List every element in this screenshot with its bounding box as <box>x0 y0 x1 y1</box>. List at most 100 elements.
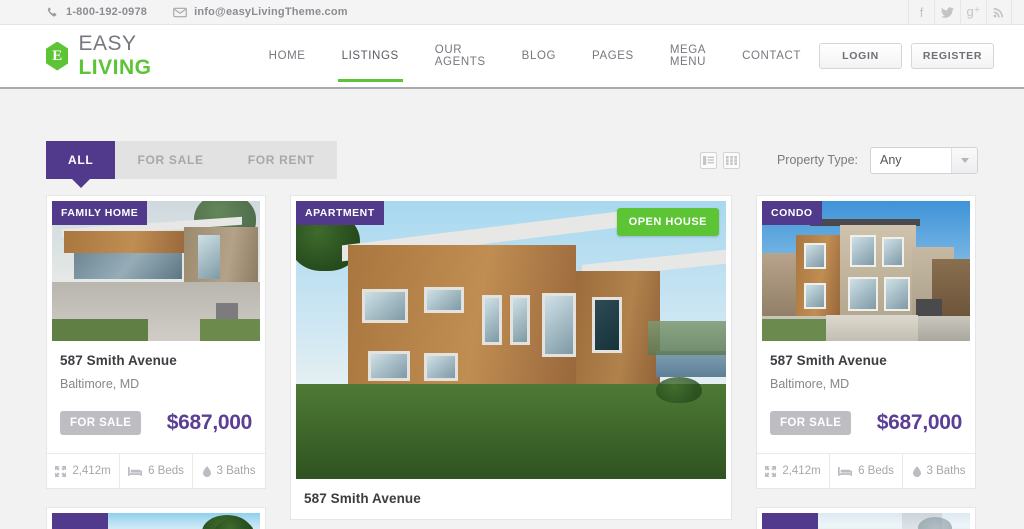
listing-price-row: FOR SALE $687,000 <box>770 411 962 435</box>
site-header: E EASY LIVING HOME LISTINGS OUR AGENTS B… <box>0 25 1024 89</box>
top-utility-bar: 1-800-192-0978 info@easyLivingTheme.com … <box>0 0 1024 25</box>
nav-item-contact[interactable]: CONTACT <box>724 24 819 88</box>
photo-apartment <box>296 201 726 479</box>
listing-photo[interactable] <box>762 513 970 529</box>
meta-beds: 6 Beds <box>120 454 193 488</box>
rss-icon[interactable] <box>986 0 1012 25</box>
property-type-badge: FAMILY HOME <box>52 201 148 225</box>
area-value: 2,412m <box>782 465 821 477</box>
listing-card[interactable]: FAMILY HOME 587 Smith Avenue Baltimore, … <box>46 195 266 489</box>
area-value: 2,412m <box>72 465 111 477</box>
filter-controls: Property Type: Any <box>699 141 978 179</box>
listing-price-row: FOR SALE $687,000 <box>60 411 252 435</box>
listings-column-left: FAMILY HOME 587 Smith Avenue Baltimore, … <box>46 195 266 529</box>
phone-icon <box>46 6 59 19</box>
listing-card[interactable] <box>46 507 266 529</box>
status-badge: FOR SALE <box>770 411 852 435</box>
listing-details: 587 Smith Avenue Baltimore, MD <box>296 479 726 514</box>
login-button[interactable]: LOGIN <box>819 43 902 69</box>
email-address: info@easyLivingTheme.com <box>194 6 348 18</box>
listing-photo[interactable]: CONDO <box>762 201 970 341</box>
water-drop-icon <box>202 465 211 477</box>
listing-title[interactable]: 587 Smith Avenue <box>304 491 718 506</box>
listing-photo[interactable]: APARTMENT OPEN HOUSE <box>296 201 726 479</box>
grid-view-icon[interactable] <box>722 151 740 169</box>
bed-icon <box>128 466 143 476</box>
listing-details: 587 Smith Avenue Baltimore, MD FOR SALE … <box>52 341 260 443</box>
nav-item-pages[interactable]: PAGES <box>574 24 652 88</box>
auth-buttons: LOGIN REGISTER <box>819 43 994 69</box>
logo-letter: E <box>52 47 63 64</box>
main-navigation: HOME LISTINGS OUR AGENTS BLOG PAGES MEGA… <box>251 24 819 88</box>
site-logo[interactable]: E EASY LIVING <box>46 32 197 80</box>
beds-value: 6 Beds <box>858 465 894 477</box>
listing-photo[interactable]: FAMILY HOME <box>52 201 260 341</box>
social-links: f g⁺ <box>908 0 1012 25</box>
meta-baths: 3 Baths <box>903 454 975 488</box>
listing-photo[interactable] <box>52 513 260 529</box>
phone-number: 1-800-192-0978 <box>66 6 148 18</box>
listing-price: $687,000 <box>166 411 253 434</box>
listings-grid: FAMILY HOME 587 Smith Avenue Baltimore, … <box>46 195 978 529</box>
baths-value: 3 Baths <box>926 465 966 477</box>
property-type-badge <box>52 513 108 529</box>
open-house-badge: OPEN HOUSE <box>616 208 719 236</box>
meta-beds: 6 Beds <box>830 454 903 488</box>
twitter-icon[interactable] <box>934 0 960 25</box>
nav-item-our-agents[interactable]: OUR AGENTS <box>417 24 504 88</box>
nav-item-blog[interactable]: BLOG <box>504 24 574 88</box>
baths-value: 3 Baths <box>216 465 256 477</box>
listing-city: Baltimore, MD <box>60 377 140 391</box>
property-type-badge: CONDO <box>762 201 822 225</box>
tab-for-sale[interactable]: FOR SALE <box>115 141 225 179</box>
chevron-down-icon <box>951 147 977 173</box>
meta-area: 2,412m <box>757 454 830 488</box>
meta-area: 2,412m <box>47 454 120 488</box>
listing-title[interactable]: 587 Smith Avenue <box>770 353 962 368</box>
phone-contact[interactable]: 1-800-192-0978 <box>46 6 147 19</box>
water-drop-icon <box>912 465 921 477</box>
listing-card[interactable]: CONDO 587 Smith Avenue Baltimore, MD FOR… <box>756 195 976 489</box>
area-arrows-icon <box>55 465 67 477</box>
property-type-value: Any <box>880 153 902 167</box>
bed-icon <box>838 466 853 476</box>
listing-details: 587 Smith Avenue Baltimore, MD FOR SALE … <box>762 341 970 443</box>
listing-card[interactable] <box>756 507 976 529</box>
listing-card-featured[interactable]: APARTMENT OPEN HOUSE 587 Smith Avenue Ba… <box>290 195 732 520</box>
tab-for-rent[interactable]: FOR RENT <box>226 141 337 179</box>
meta-baths: 3 Baths <box>193 454 265 488</box>
beds-value: 6 Beds <box>148 465 184 477</box>
facebook-icon[interactable]: f <box>908 0 934 25</box>
envelope-icon <box>173 6 187 19</box>
listing-filter-bar: ALL FOR SALE FOR RENT Property Type: Any <box>46 141 978 179</box>
logo-hexagon-icon: E <box>46 41 69 71</box>
view-toggle-group <box>699 151 758 169</box>
listing-city: Baltimore, MD <box>770 377 850 391</box>
property-type-badge: APARTMENT <box>296 201 384 225</box>
email-contact[interactable]: info@easyLivingTheme.com <box>173 6 348 19</box>
listing-title[interactable]: 587 Smith Avenue <box>60 353 252 368</box>
googleplus-glyph: g⁺ <box>966 4 981 19</box>
nav-item-listings[interactable]: LISTINGS <box>324 24 417 88</box>
logo-word-living: LIVING <box>78 56 152 79</box>
property-type-badge <box>762 513 818 529</box>
main-content: ALL FOR SALE FOR RENT Property Type: Any <box>0 141 1024 529</box>
property-type-select[interactable]: Any <box>870 146 978 174</box>
status-badge: FOR SALE <box>60 411 142 435</box>
googleplus-icon[interactable]: g⁺ <box>960 0 986 25</box>
facebook-glyph: f <box>919 4 924 20</box>
logo-wordmark: EASY LIVING <box>78 32 196 80</box>
listing-meta: 2,412m 6 Beds 3 Baths <box>47 453 265 488</box>
list-view-icon[interactable] <box>699 151 717 169</box>
logo-word-easy: EASY <box>78 32 137 55</box>
listing-meta: 2,412m 6 Beds 3 Baths <box>757 453 975 488</box>
register-button[interactable]: REGISTER <box>911 43 994 69</box>
area-arrows-icon <box>765 465 777 477</box>
listings-column-center: APARTMENT OPEN HOUSE 587 Smith Avenue Ba… <box>290 195 732 529</box>
nav-item-mega-menu[interactable]: MEGA MENU <box>652 24 724 88</box>
tab-all[interactable]: ALL <box>46 141 116 179</box>
listing-price: $687,000 <box>876 411 963 434</box>
nav-item-home[interactable]: HOME <box>251 24 324 88</box>
listings-column-right: CONDO 587 Smith Avenue Baltimore, MD FOR… <box>756 195 976 529</box>
listing-tabs: ALL FOR SALE FOR RENT <box>46 141 337 179</box>
